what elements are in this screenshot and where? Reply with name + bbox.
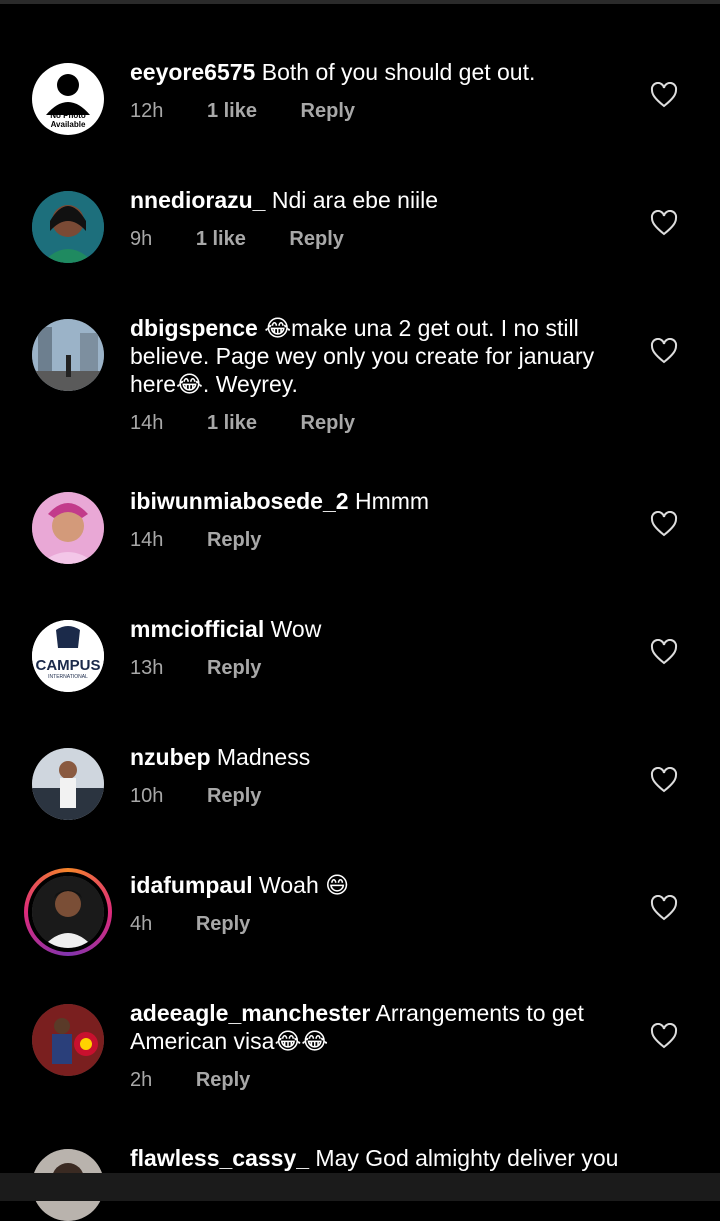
like-count[interactable]: 1 like <box>207 100 257 123</box>
reply-button[interactable]: Reply <box>196 1069 250 1092</box>
reply-button[interactable]: Reply <box>289 228 343 251</box>
heart-outline-icon[interactable] <box>650 511 678 537</box>
story-ring[interactable] <box>24 868 112 956</box>
comment-time: 13h <box>130 657 164 679</box>
comment-body: make una 2 get out. I no still <box>291 315 579 341</box>
avatar[interactable] <box>32 1004 104 1076</box>
comment-time: 14h <box>130 412 164 434</box>
avatar-label: INTERNATIONAL <box>48 674 88 680</box>
comment-text: eeyore6575 Both of you should get out. <box>130 58 630 86</box>
comment-body: American visa <box>130 1028 275 1054</box>
reply-button[interactable]: Reply <box>207 529 261 552</box>
comment-meta: 14h 1 like Reply <box>130 412 393 435</box>
comment-text: dbigspence 😂make una 2 get out. I no sti… <box>130 314 630 398</box>
comment-body: believe. Page wey only you create for ja… <box>130 343 595 369</box>
heart-outline-icon[interactable] <box>650 639 678 665</box>
comment-body: Wow <box>264 616 322 642</box>
grinning-face-emoji: 😄 <box>325 872 350 898</box>
face-with-tears-of-joy-emoji: 😂😂 <box>274 1028 329 1054</box>
comment-meta: 9h 1 like Reply <box>130 228 382 251</box>
comment-time: 4h <box>130 913 153 935</box>
top-divider <box>0 0 720 4</box>
heart-outline-icon[interactable] <box>650 1023 678 1049</box>
comment-username[interactable]: idafumpaul <box>130 872 253 898</box>
comment-username[interactable]: mmciofficial <box>130 616 264 642</box>
avatar[interactable]: No Photo Available <box>32 63 104 135</box>
comment-meta: 2h Reply <box>130 1069 288 1092</box>
comment-username[interactable]: nnediorazu_ <box>130 187 265 213</box>
comment-meta: 4h Reply <box>130 913 288 936</box>
reply-button[interactable]: Reply <box>301 100 355 123</box>
comment-body: Both of you should get out. <box>255 59 536 85</box>
comment-username[interactable]: adeeagle_manchester <box>130 1000 370 1026</box>
comment-text: nnediorazu_ Ndi ara ebe niile <box>130 186 630 214</box>
comment-username[interactable]: eeyore6575 <box>130 59 255 85</box>
comment-time: 9h <box>130 228 153 250</box>
avatar[interactable] <box>32 876 104 948</box>
comment-body: Madness <box>210 744 311 770</box>
avatar-label: Available <box>51 120 86 129</box>
comment-time: 12h <box>130 100 164 122</box>
comment-meta: 10h Reply <box>130 785 299 808</box>
heart-outline-icon[interactable] <box>650 767 678 793</box>
like-count[interactable]: 1 like <box>207 412 257 435</box>
comment-text: flawless_cassy_ May God almighty deliver… <box>130 1144 630 1172</box>
comment-meta: 12h 1 like Reply <box>130 100 393 123</box>
comment-meta: 13h Reply <box>130 657 299 680</box>
reply-button[interactable]: Reply <box>301 412 355 435</box>
comment-time: 10h <box>130 785 164 807</box>
reply-button[interactable]: Reply <box>207 785 261 808</box>
comment-body: . Weyrey. <box>202 371 298 397</box>
comment-body: Hmmm <box>348 488 430 514</box>
face-with-tears-of-joy-emoji: 😂 <box>176 371 203 397</box>
comment-body: here <box>130 371 177 397</box>
comment-body: Woah <box>252 872 326 898</box>
avatar[interactable] <box>32 748 104 820</box>
comment-text: adeeagle_manchester Arrangements to get … <box>130 999 630 1055</box>
avatar[interactable] <box>32 319 104 391</box>
heart-outline-icon[interactable] <box>650 82 678 108</box>
comment-text: idafumpaul Woah 😄 <box>130 871 630 899</box>
comment-body: Arrangements to get <box>370 1000 584 1026</box>
avatar-label: No Photo <box>50 111 86 120</box>
reply-button[interactable]: Reply <box>196 913 250 936</box>
like-count[interactable]: 1 like <box>196 228 246 251</box>
comment-username[interactable]: dbigspence <box>130 315 258 341</box>
face-with-tears-of-joy-emoji: 😂 <box>264 315 292 341</box>
heart-outline-icon[interactable] <box>650 895 678 921</box>
heart-outline-icon[interactable] <box>650 338 678 364</box>
comment-body: May God almighty deliver you <box>309 1145 619 1171</box>
avatar[interactable] <box>32 492 104 564</box>
avatar[interactable] <box>32 191 104 263</box>
comment-composer-bar[interactable] <box>0 1173 720 1201</box>
comment-text: mmciofficial Wow <box>130 615 630 643</box>
comment-text: ibiwunmiabosede_2 Hmmm <box>130 487 630 515</box>
avatar-label: CAMPUS <box>35 657 100 674</box>
reply-button[interactable]: Reply <box>207 657 261 680</box>
comment-meta: 14h Reply <box>130 529 299 552</box>
comment-time: 2h <box>130 1069 153 1091</box>
comment-username[interactable]: flawless_cassy_ <box>130 1145 309 1171</box>
comment-username[interactable]: nzubep <box>130 744 211 770</box>
heart-outline-icon[interactable] <box>650 210 678 236</box>
comment-time: 14h <box>130 529 164 551</box>
avatar[interactable]: CAMPUS INTERNATIONAL <box>32 620 104 692</box>
comment-username[interactable]: ibiwunmiabosede_2 <box>130 488 349 514</box>
comment-body: Ndi ara ebe niile <box>265 187 439 213</box>
comment-text: nzubep Madness <box>130 743 630 771</box>
